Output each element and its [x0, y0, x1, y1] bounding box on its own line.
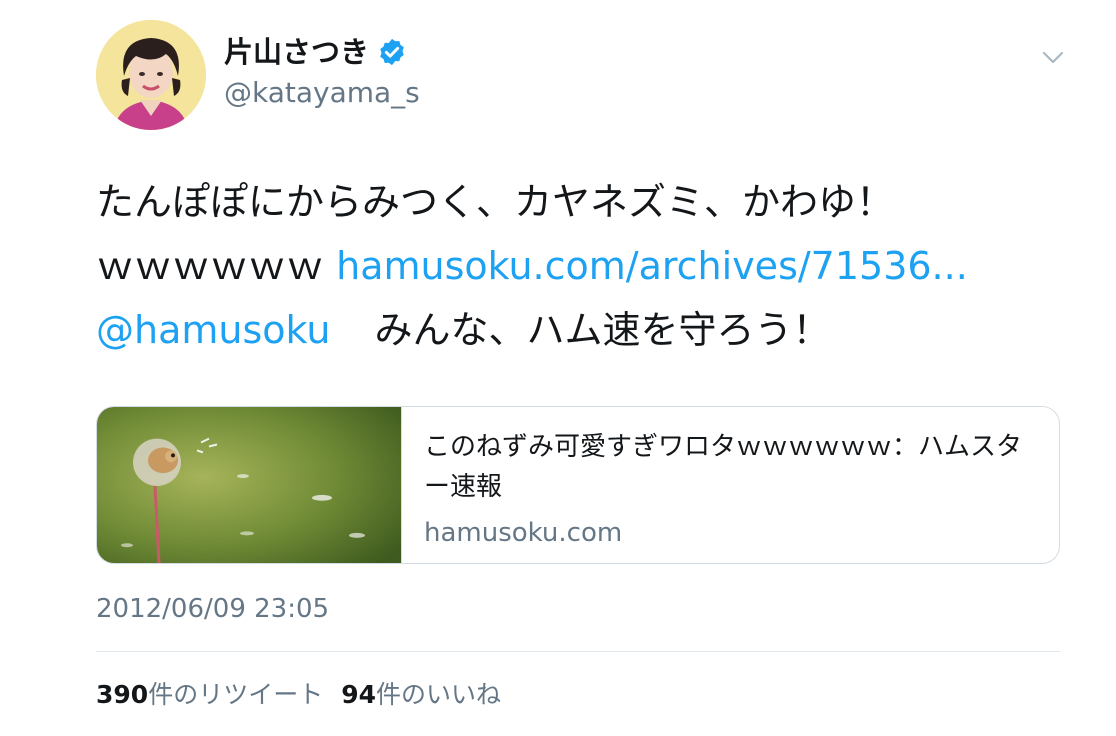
avatar[interactable] [96, 20, 206, 130]
tweet-line-2: ｗｗｗｗｗｗ hamusoku.com/archives/71536... [96, 234, 1056, 298]
tweet-line-1: たんぽぽにからみつく、カヤネズミ、かわゆ！ [96, 180, 895, 224]
tweet-line-3: @hamusoku みんな、ハム速を守ろう！ [96, 298, 1056, 362]
retweet-count: 390 [96, 680, 149, 709]
tweet-stats: 390件のリツイート 94件のいいね [96, 678, 501, 712]
user-name-row[interactable]: 片山さつき [224, 34, 407, 70]
display-name[interactable]: 片山さつき [224, 34, 369, 70]
tweet-line-3-text: みんな、ハム速を守ろう！ [374, 308, 831, 352]
tweet-timestamp[interactable]: 2012/06/09 23:05 [96, 592, 329, 626]
mention-link[interactable]: @hamusoku [96, 308, 330, 352]
card-domain: hamusoku.com [424, 518, 623, 548]
link-preview-card[interactable]: このねずみ可愛すぎワロタｗｗｗｗｗｗ：ハムスター速報 hamusoku.com [96, 406, 1060, 564]
like-label: 件のいいね [376, 680, 502, 709]
retweet-count-link[interactable]: 390件のリツイート [96, 678, 323, 712]
divider [96, 651, 1060, 652]
tweet-url-link[interactable]: hamusoku.com/archives/71536... [336, 244, 968, 288]
tweet-laugh-text: ｗｗｗｗｗｗ [96, 244, 325, 288]
verified-badge-icon [377, 37, 407, 67]
user-handle[interactable]: @katayama_s [224, 76, 420, 110]
card-title: このねずみ可愛すぎワロタｗｗｗｗｗｗ：ハムスター速報 [424, 432, 1023, 502]
chevron-down-icon[interactable] [1040, 44, 1066, 70]
retweet-label: 件のリツイート [148, 680, 324, 709]
card-body: このねずみ可愛すぎワロタｗｗｗｗｗｗ：ハムスター速報 hamusoku.com [402, 407, 1059, 563]
like-count: 94 [341, 680, 376, 709]
tweet-text: たんぽぽにからみつく、カヤネズミ、かわゆ！ ｗｗｗｗｗｗ hamusoku.co… [96, 170, 1056, 362]
like-count-link[interactable]: 94件のいいね [341, 678, 501, 712]
card-thumbnail [97, 407, 402, 563]
avatar-image [96, 20, 206, 130]
